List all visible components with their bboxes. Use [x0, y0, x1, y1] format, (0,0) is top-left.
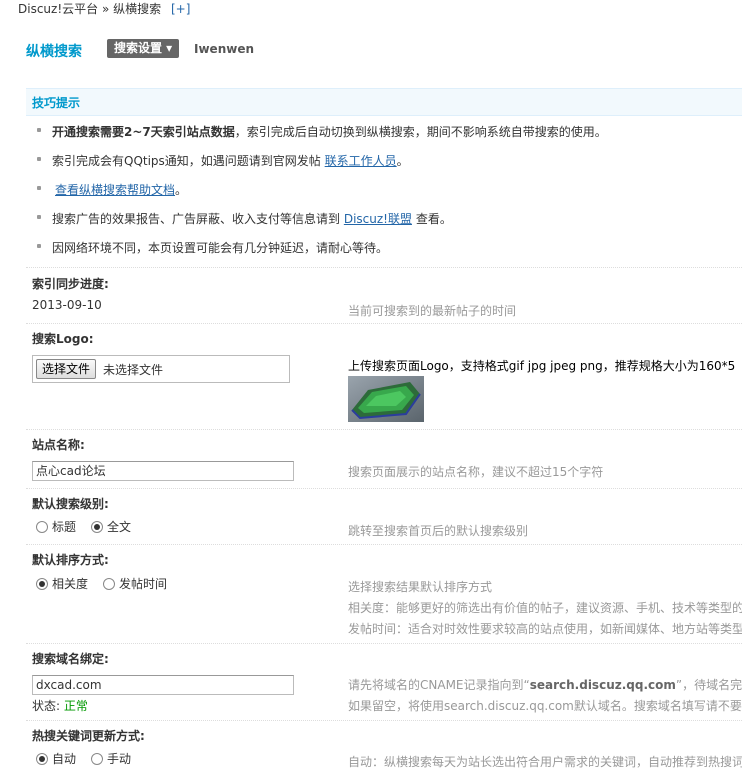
search-settings-button[interactable]: 搜索设置 ▾ [107, 39, 180, 58]
sort-mode-comment: 选择搜索结果默认排序方式 [348, 580, 493, 594]
site-name-label: 站点名称: [32, 438, 85, 452]
index-progress-label: 索引同步进度: [32, 277, 109, 291]
domain-bind-comment: 请先将域名的CNAME记录指向到“search.discuz.qq.com”，待… [348, 676, 742, 693]
sort-option-relevance[interactable]: 相关度 [36, 575, 88, 592]
tips-title: 技巧提示 [32, 96, 81, 110]
divider [26, 429, 742, 430]
bullet-icon [37, 186, 41, 190]
domain-comment-post: ”，待域名完全 [675, 678, 742, 692]
help-doc-link[interactable]: 查看纵横搜索帮助文档 [55, 183, 175, 197]
domain-bind-comment-2: 如果留空，将使用search.discuz.qq.com默认域名。搜索域名填写请… [348, 699, 742, 713]
radio-checked-icon[interactable] [36, 753, 48, 765]
tip-item-5: 因网络环境不同，本页设置可能会有几分钟延迟，请耐心等待。 [37, 239, 389, 256]
bullet-icon [37, 244, 41, 248]
page-title: 纵横搜索 [26, 44, 82, 60]
hotword-comment: 自动：纵横搜索每天为站长选出符合用户需求的关键词，自动推荐到热搜词 [348, 755, 742, 769]
breadcrumb-expand-link[interactable]: [+] [171, 2, 190, 16]
tip-1-bold: 开通搜索需要2~7天索引站点数据 [52, 125, 235, 139]
tip-3-post: 。 [175, 183, 188, 197]
tip-5-text: 因网络环境不同，本页设置可能会有几分钟延迟，请耐心等待。 [52, 241, 389, 255]
search-level-label: 默认搜索级别: [32, 497, 109, 511]
search-logo-comment: 上传搜索页面Logo，支持格式gif jpg jpeg png，推荐规格大小为1… [348, 359, 736, 373]
sort-mode-label: 默认排序方式: [32, 553, 109, 567]
bullet-icon [37, 157, 41, 161]
sort-mode-comment-relevance: 相关度：能够更好的筛选出有价值的帖子，建议资源、手机、技术等类型的 [348, 601, 742, 615]
tips-header: 技巧提示 [26, 88, 742, 116]
tip-4-post: 查看。 [415, 212, 452, 226]
radio-label: 手动 [107, 752, 132, 766]
logo-preview-image [348, 376, 424, 422]
index-progress-value: 2013-09-10 [32, 298, 102, 312]
hotword-option-manual[interactable]: 手动 [91, 750, 131, 767]
breadcrumb: Discuz!云平台 » 纵横搜索 [+] [18, 0, 190, 16]
radio-label: 标题 [52, 520, 77, 534]
tip-1-text: ，索引完成后自动切换到纵横搜索，期间不影响系统自带搜索的使用。 [234, 125, 607, 139]
divider [26, 323, 742, 324]
radio-unchecked-icon[interactable] [91, 753, 103, 765]
tip-2-text: 索引完成会有QQtips通知，如遇问题请到官网发帖 [52, 154, 321, 168]
radio-checked-icon[interactable] [91, 521, 103, 533]
divider [26, 544, 742, 545]
tip-2-post: 。 [396, 154, 409, 168]
sort-option-post-time[interactable]: 发帖时间 [103, 575, 167, 592]
search-level-option-fulltext[interactable]: 全文 [91, 518, 131, 535]
search-level-option-title[interactable]: 标题 [36, 518, 76, 535]
domain-comment-pre: 请先将域名的CNAME记录指向到“ [348, 678, 530, 692]
search-logo-label: 搜索Logo: [32, 332, 94, 346]
tip-item-1: 开通搜索需要2~7天索引站点数据，索引完成后自动切换到纵横搜索，期间不影响系统自… [37, 123, 607, 140]
site-name-comment: 搜索页面展示的站点名称，建议不超过15个字符 [348, 465, 604, 479]
no-file-text: 未选择文件 [103, 363, 164, 377]
breadcrumb-text: Discuz!云平台 » 纵横搜索 [18, 2, 162, 16]
hotword-option-auto[interactable]: 自动 [36, 750, 76, 767]
radio-unchecked-icon[interactable] [36, 521, 48, 533]
divider [26, 488, 742, 489]
radio-checked-icon[interactable] [36, 578, 48, 590]
tip-4-text: 搜索广告的效果报告、广告屏蔽、收入支付等信息请到 [52, 212, 341, 226]
choose-file-button[interactable]: 选择文件 [36, 359, 97, 379]
tip-item-4: 搜索广告的效果报告、广告屏蔽、收入支付等信息请到 Discuz!联盟 查看。 [37, 210, 452, 227]
site-name-input[interactable]: 点心cad论坛 [32, 461, 294, 481]
domain-status-label: 状态: [32, 699, 61, 713]
radio-label: 发帖时间 [119, 577, 168, 591]
radio-label: 自动 [52, 752, 77, 766]
domain-input[interactable]: dxcad.com [32, 675, 294, 695]
username: Iwenwen [194, 42, 254, 56]
bullet-icon [37, 215, 41, 219]
search-level-comment: 跳转至搜索首页后的默认搜索级别 [348, 524, 529, 538]
divider [26, 720, 742, 721]
radio-label: 全文 [107, 520, 132, 534]
radio-unchecked-icon[interactable] [103, 578, 115, 590]
bullet-icon [37, 128, 41, 132]
sort-mode-comment-time: 发帖时间：适合对时效性要求较高的站点使用，如新闻媒体、地方站等类型 [348, 622, 742, 636]
domain-status: 状态: 正常 [32, 697, 88, 714]
index-progress-comment: 当前可搜索到的最新帖子的时间 [348, 304, 517, 318]
divider [26, 267, 742, 268]
domain-status-value: 正常 [63, 699, 88, 713]
logo-file-input[interactable]: 选择文件 未选择文件 [32, 355, 290, 383]
tip-item-2: 索引完成会有QQtips通知，如遇问题请到官网发帖 联系工作人员。 [37, 152, 409, 169]
discuz-union-link[interactable]: Discuz!联盟 [344, 212, 412, 226]
domain-comment-bold: search.discuz.qq.com [529, 678, 676, 692]
contact-staff-link[interactable]: 联系工作人员 [325, 154, 397, 168]
tip-item-3: 查看纵横搜索帮助文档。 [37, 181, 188, 198]
hotword-label: 热搜关键词更新方式: [32, 729, 145, 743]
domain-bind-label: 搜索域名绑定: [32, 652, 109, 666]
divider [26, 643, 742, 644]
radio-label: 相关度 [52, 577, 89, 591]
